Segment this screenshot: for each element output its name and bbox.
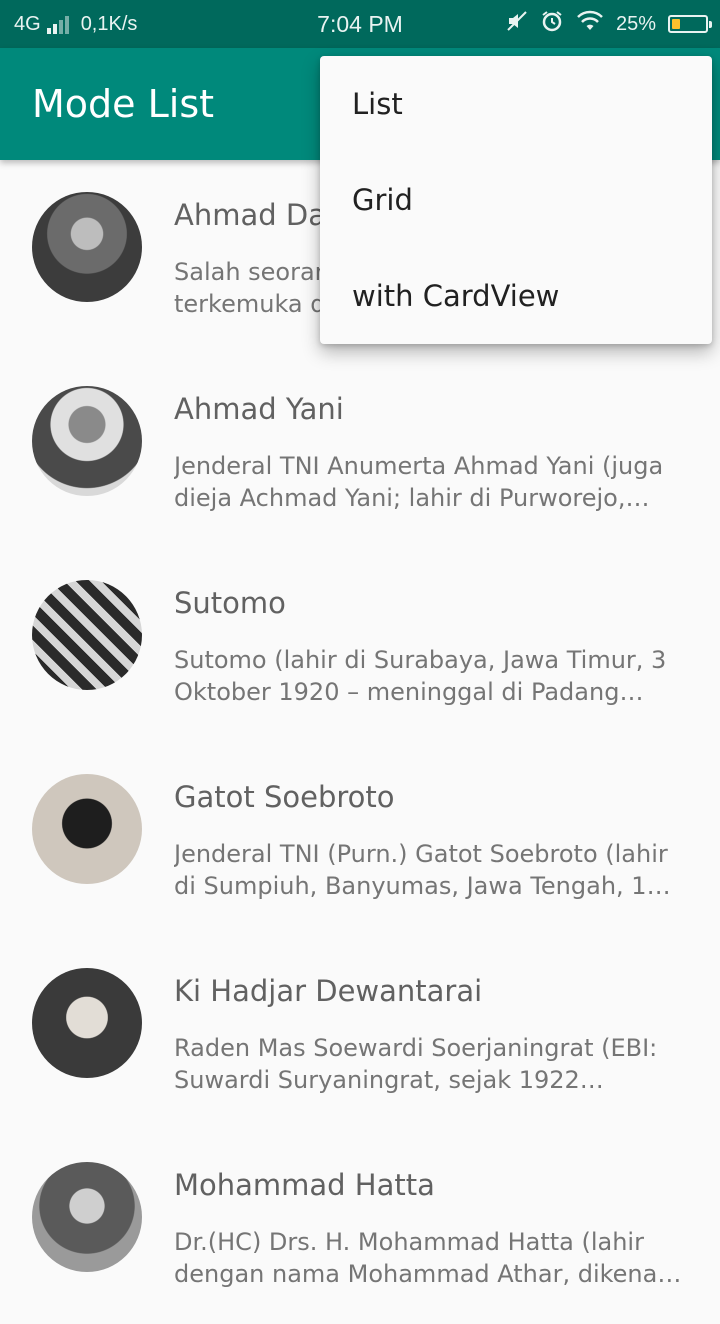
avatar [32, 774, 142, 884]
list-item[interactable]: Gatot Soebroto Jenderal TNI (Purn.) Gato… [0, 742, 720, 936]
menu-item-list[interactable]: List [320, 56, 712, 152]
hero-description: Raden Mas Soewardi Soerjaningrat (EBI: S… [174, 1034, 658, 1094]
list-item[interactable]: Sutomo Sutomo (lahir di Surabaya, Jawa T… [0, 548, 720, 742]
hero-description: Jenderal TNI (Purn.) Gatot Soebroto (lah… [174, 840, 668, 900]
hero-name: Gatot Soebroto [174, 780, 395, 814]
list-item[interactable]: Mohammad Hatta Dr.(HC) Drs. H. Mohammad … [0, 1130, 720, 1324]
status-bar: 4G 0,1K/s 7:04 PM 25% [0, 0, 720, 48]
overflow-menu: List Grid with CardView [320, 56, 712, 344]
battery-icon [668, 15, 712, 33]
avatar [32, 192, 142, 302]
hero-name: Ki Hadjar Dewantarai [174, 974, 483, 1008]
hero-name: Mohammad Hatta [174, 1168, 435, 1202]
alarm-icon [540, 9, 564, 39]
hero-description: Dr.(HC) Drs. H. Mohammad Hatta (lahir de… [174, 1228, 665, 1288]
hero-name: Ahmad Yani [174, 392, 344, 426]
page-title: Mode List [32, 82, 215, 126]
list-item[interactable]: Ki Hadjar Dewantarai Raden Mas Soewardi … [0, 936, 720, 1130]
menu-item-grid[interactable]: Grid [320, 152, 712, 248]
battery-level [672, 19, 680, 29]
wifi-icon [576, 10, 604, 38]
avatar [32, 386, 142, 496]
list-item[interactable]: Ahmad Yani Jenderal TNI Anumerta Ahmad Y… [0, 354, 720, 548]
avatar [32, 968, 142, 1078]
hero-description: Jenderal TNI Anumerta Ahmad Yani (juga d… [174, 452, 664, 512]
menu-item-cardview[interactable]: with CardView [320, 248, 712, 344]
status-right: 25% [506, 0, 712, 48]
avatar [32, 1162, 142, 1272]
mute-icon [506, 10, 528, 38]
hero-description: Sutomo (lahir di Surabaya, Jawa Timur, 3… [174, 646, 667, 706]
hero-name: Sutomo [174, 586, 286, 620]
avatar [32, 580, 142, 690]
battery-percent: 25% [615, 12, 656, 35]
